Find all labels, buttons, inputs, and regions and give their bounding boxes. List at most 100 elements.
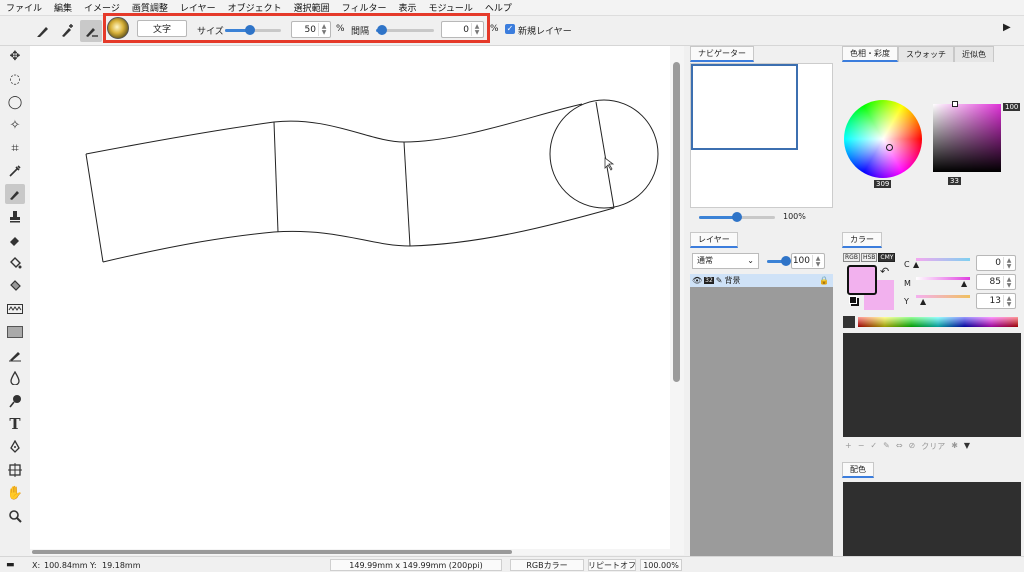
channel-c-field[interactable]: 0 ▲ ▼ [976,255,1016,271]
tab-palette[interactable]: 配色 [842,462,874,478]
pen-tool-icon[interactable] [5,437,25,457]
menu-edit[interactable]: 編集 [54,1,72,14]
mode-cmy[interactable]: CMY [878,253,896,262]
channel-c-spinner-icon[interactable]: ▲ ▼ [1003,257,1014,270]
clear-button[interactable]: クリア [921,441,945,452]
channel-c-marker-icon[interactable]: ▲ [913,260,919,269]
layer-opacity-slider[interactable] [767,256,791,266]
chevron-down-icon: ⌄ [747,256,754,265]
gradient-bucket-icon[interactable] [5,276,25,296]
horizontal-scroll-thumb[interactable] [32,550,512,554]
brush-mode-icon[interactable] [32,20,54,42]
new-layer-checkbox[interactable]: ✓ [505,24,515,34]
navigator-preview[interactable] [690,63,833,208]
blend-mode-select[interactable]: 通常 ⌄ [692,253,759,269]
ellipse-select-icon[interactable]: ◌ [5,69,25,89]
magic-wand-icon[interactable]: ✧ [5,115,25,135]
document-size: 149.99mm x 149.99mm (200ppi) [330,559,502,571]
mode-hsb[interactable]: HSB [860,253,878,262]
color-history-area [843,333,1021,437]
zoom-icon[interactable] [5,506,25,526]
default-colors-icon[interactable] [849,296,857,304]
cursor-y-value: 19.18mm [102,560,141,570]
bit-depth-badge: 32 [704,277,714,284]
vertical-scroll-thumb[interactable] [673,62,680,382]
tab-swatches[interactable]: スウォッチ [898,46,954,62]
channel-m-spinner-icon[interactable]: ▲ ▼ [1003,276,1014,289]
navigator-zoom-slider[interactable] [699,212,775,222]
channel-m-field[interactable]: 85 ▲ ▼ [976,274,1016,290]
pattern-icon[interactable] [5,299,25,319]
add-swatch-icon[interactable]: + [845,441,852,452]
tab-layer[interactable]: レイヤー [690,232,738,248]
dodge-icon[interactable] [5,391,25,411]
transform-icon[interactable] [5,460,25,480]
swap-swatch-icon[interactable]: ⇔ [896,441,903,452]
hue-value: 309 [874,180,892,188]
channel-y-spinner-icon[interactable]: ▲ ▼ [1003,295,1014,308]
tab-similar-colors[interactable]: 近似色 [954,46,994,62]
channel-y-field[interactable]: 13 ▲ ▼ [976,293,1016,309]
play-arrow-icon[interactable]: ▶ [1003,22,1011,33]
paint-bucket-icon[interactable] [5,253,25,273]
crop-icon[interactable]: ⌗ [5,138,25,158]
channel-m-label: M [904,279,911,288]
tab-color[interactable]: カラー [842,232,882,248]
opacity-spinner-icon[interactable]: ▲ ▼ [812,255,823,268]
color-bar-swatch[interactable] [843,316,855,328]
highlight-box [103,13,490,43]
channel-m-value: 85 [989,277,1001,287]
blend-mode-value: 通常 [697,256,713,265]
brush-text-mode-icon[interactable] [80,20,102,42]
pen-drawing-icon[interactable] [5,345,25,365]
zoom-status[interactable]: 100.00% [640,559,682,571]
saturation-brightness-square[interactable] [933,101,1001,172]
channel-m-marker-icon[interactable]: ▲ [961,279,967,288]
swatch-toolbar: + − ✓ ✎ ⇔ ⊘ クリア ✱ ▼ [845,441,970,452]
lasso-icon[interactable]: ◯ [5,92,25,112]
color-spectrum-bar[interactable] [858,317,1018,327]
tab-navigator[interactable]: ナビゲーター [690,46,754,62]
brush-add-icon[interactable] [56,20,78,42]
layer-opacity-field[interactable]: 100 ▲ ▼ [791,253,825,269]
swatch-menu-chevron-icon[interactable]: ▼ [964,441,970,452]
no-color-icon[interactable]: ⊘ [909,441,916,452]
foreground-color-swatch[interactable] [847,265,877,295]
layer-list [690,274,833,556]
text-tool-icon[interactable]: T [5,414,25,434]
hand-icon[interactable]: ✋ [5,483,25,503]
color-mode-status[interactable]: RGBカラー [510,559,584,571]
mode-rgb[interactable]: RGB [843,253,860,262]
ruler-icon[interactable]: ▬ [2,559,28,571]
hue-wheel[interactable] [844,100,922,178]
swap-colors-icon[interactable]: ↶ [880,265,889,278]
channel-y-label: Y [904,297,909,306]
color-wheel-panel: 色相・彩度 スウォッチ 近似色 309 100 33 [840,46,1024,226]
menu-file[interactable]: ファイル [6,1,42,14]
navigator-view-rect[interactable] [691,64,798,150]
status-bar: ▬ X: 100.84mm Y: 19.18mm 149.99mm x 149.… [0,556,1024,572]
canvas-vertical-scrollbar[interactable] [670,46,684,549]
drawing-canvas[interactable] [30,46,670,549]
saturation-value: 100 [1003,103,1021,111]
tab-hue-saturation[interactable]: 色相・彩度 [842,46,898,62]
rectangle-icon[interactable] [5,322,25,342]
stroke-drawing [85,99,659,263]
check-swatch-icon[interactable]: ✓ [870,441,877,452]
stamp-icon[interactable] [5,207,25,227]
star-swatch-icon[interactable]: ✱ [951,441,958,452]
channel-y-marker-icon[interactable]: ▲ [920,297,926,306]
remove-swatch-icon[interactable]: − [858,441,865,452]
repeat-status[interactable]: リピートオフ [588,559,636,571]
channel-c-slider[interactable] [916,258,970,261]
brush-tool-icon[interactable] [5,184,25,204]
eraser-icon[interactable] [5,230,25,250]
lock-icon[interactable]: 🔒 [819,276,829,285]
blur-drop-icon[interactable] [5,368,25,388]
layer-row-background[interactable]: 👁 32 ✎ 背景 🔒 [690,274,833,287]
eyedropper-icon[interactable] [5,161,25,181]
eye-visibility-icon[interactable]: 👁 [692,276,702,285]
move-tool-icon[interactable]: ✥ [5,46,25,66]
edit-swatch-icon[interactable]: ✎ [883,441,890,452]
canvas-horizontal-scrollbar[interactable] [30,549,684,555]
